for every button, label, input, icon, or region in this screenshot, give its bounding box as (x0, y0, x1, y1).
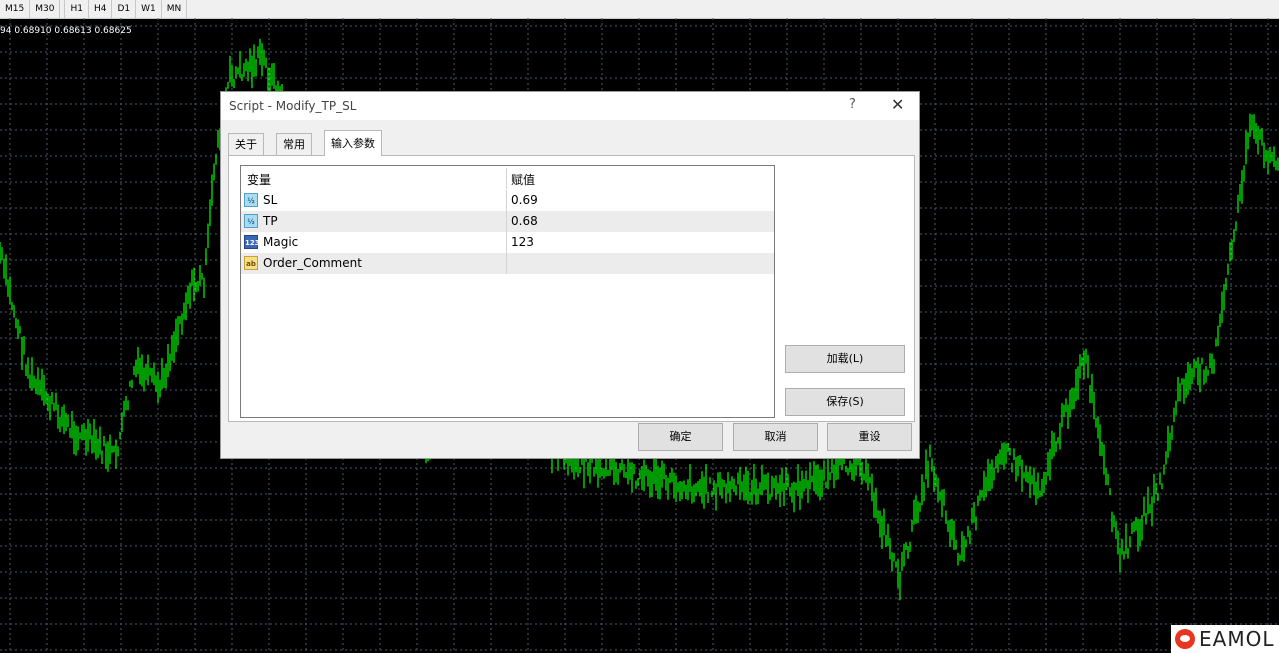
grid-header: 变量 赋值 (241, 168, 774, 189)
param-value-cell[interactable] (507, 253, 774, 274)
param-row-tp[interactable]: ½ TP 0.68 (241, 211, 774, 232)
save-button[interactable]: 保存(S) (785, 388, 905, 416)
param-name: Magic (263, 235, 299, 249)
dialog-titlebar[interactable]: Script - Modify_TP_SL ? ✕ (221, 92, 919, 120)
string-type-icon: ab (244, 256, 258, 270)
param-value[interactable]: 123 (511, 235, 534, 249)
param-value-cell[interactable]: 0.69 (507, 190, 774, 211)
input-parameters-grid: 变量 赋值 ½ SL 0.69 ½ TP 0.68 123 Magic 123 (240, 165, 775, 418)
param-name: Order_Comment (263, 256, 362, 270)
timeframe-w1-button[interactable]: W1 (136, 0, 162, 18)
header-value-cell: 赋值 (507, 168, 774, 189)
param-row-magic[interactable]: 123 Magic 123 (241, 232, 774, 253)
cancel-button[interactable]: 取消 (733, 423, 818, 451)
timeframe-m15-button[interactable]: M15 (0, 0, 31, 18)
param-row-sl[interactable]: ½ SL 0.69 (241, 190, 774, 211)
param-name-cell: 123 Magic (241, 232, 507, 253)
param-name-cell: ab Order_Comment (241, 253, 507, 274)
param-name: SL (263, 193, 278, 207)
help-icon[interactable]: ? (849, 97, 856, 112)
param-row-order-comment[interactable]: ab Order_Comment (241, 253, 774, 274)
param-value-cell[interactable]: 123 (507, 232, 774, 253)
script-dialog: Script - Modify_TP_SL ? ✕ 关于 常用 输入参数 变量 … (220, 91, 920, 459)
timeframe-d1-button[interactable]: D1 (112, 0, 137, 18)
tab-about[interactable]: 关于 (228, 133, 264, 155)
ohlc-readout: 94 0.68910 0.68613 0.68625 (0, 26, 132, 36)
header-variable-cell: 变量 (241, 168, 507, 189)
integer-type-icon: 123 (244, 235, 260, 249)
param-name-cell: ½ TP (241, 211, 507, 232)
watermark-text: EAMOL (1199, 627, 1275, 651)
tab-common[interactable]: 常用 (276, 133, 312, 155)
eamol-logo-icon (1175, 629, 1195, 649)
reset-button[interactable]: 重设 (827, 423, 912, 451)
timeframe-buttons: M15 M30 H1 H4 D1 W1 MN (0, 0, 188, 18)
param-value[interactable]: 0.68 (511, 214, 538, 228)
timeframe-mn-button[interactable]: MN (162, 0, 188, 18)
header-variable: 变量 (247, 173, 272, 187)
timeframe-m30-button[interactable]: M30 (30, 0, 61, 18)
param-value[interactable]: 0.69 (511, 193, 538, 207)
tab-inputs[interactable]: 输入参数 (324, 130, 382, 156)
timeframe-h1-button[interactable]: H1 (65, 0, 89, 18)
timeframe-toolbar: M15 M30 H1 H4 D1 W1 MN (0, 0, 1279, 19)
watermark: EAMOL (1171, 625, 1279, 653)
header-value: 赋值 (511, 173, 536, 187)
double-type-icon: ½ (244, 214, 258, 228)
dialog-title: Script - Modify_TP_SL (229, 99, 357, 113)
timeframe-h4-button[interactable]: H4 (89, 0, 113, 18)
param-value-cell[interactable]: 0.68 (507, 211, 774, 232)
param-name-cell: ½ SL (241, 190, 507, 211)
double-type-icon: ½ (244, 193, 258, 207)
close-icon[interactable]: ✕ (891, 95, 904, 114)
ok-button[interactable]: 确定 (638, 423, 723, 451)
load-button[interactable]: 加载(L) (785, 345, 905, 373)
param-name: TP (263, 214, 278, 228)
